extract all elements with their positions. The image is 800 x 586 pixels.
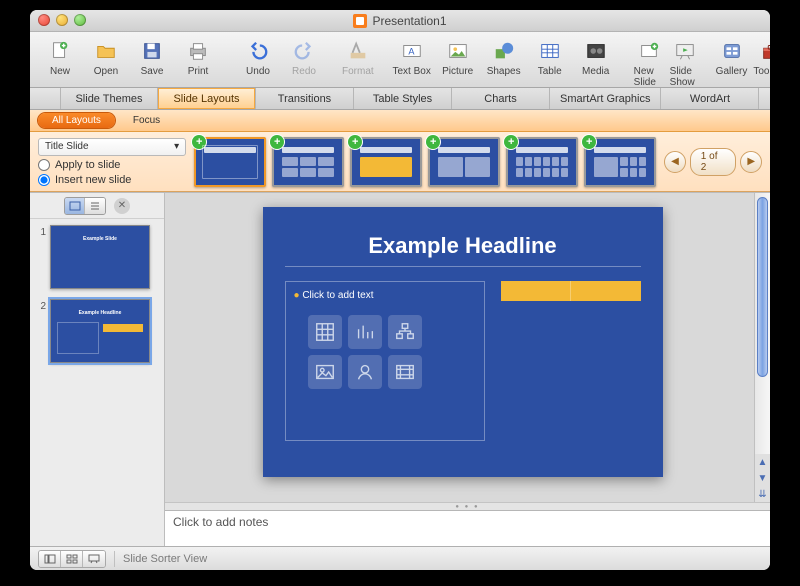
close-window-icon[interactable] bbox=[38, 14, 50, 26]
current-slide[interactable]: Example Headline Click to add text bbox=[263, 207, 663, 477]
save-button[interactable]: Save bbox=[130, 36, 174, 77]
insert-clipart-icon[interactable] bbox=[348, 355, 382, 389]
svg-text:A: A bbox=[408, 47, 415, 57]
tab-smartart[interactable]: SmartArt Graphics bbox=[550, 88, 661, 109]
table-button[interactable]: Table bbox=[528, 36, 572, 77]
slide-thumb-1[interactable]: 1 Example Slide bbox=[34, 225, 160, 289]
picture-button[interactable]: Picture bbox=[436, 36, 480, 77]
content-placeholder[interactable]: Click to add text bbox=[285, 281, 485, 441]
slide-thumb-2[interactable]: 2 Example Headline bbox=[34, 299, 160, 363]
document-title: Presentation1 bbox=[372, 14, 446, 28]
insert-media-icon[interactable] bbox=[388, 355, 422, 389]
main-toolbar: New Open Save Print Undo Redo Format ATe… bbox=[30, 32, 770, 88]
textbox-button[interactable]: AText Box bbox=[390, 36, 434, 77]
status-bar: Slide Sorter View bbox=[30, 546, 770, 570]
layout-thumb-1[interactable]: + bbox=[194, 137, 266, 187]
layout-next-button[interactable]: ▶ bbox=[740, 151, 762, 173]
layout-thumb-6[interactable]: + bbox=[584, 137, 656, 187]
print-button[interactable]: Print bbox=[176, 36, 220, 77]
layout-thumb-3[interactable]: + bbox=[350, 137, 422, 187]
slide-sidebar: ✕ 1 Example Slide 2 Example Headline bbox=[30, 193, 165, 546]
insert-new-slide-radio[interactable]: Insert new slide bbox=[38, 174, 186, 186]
insert-picture-icon[interactable] bbox=[308, 355, 342, 389]
close-sidebar-icon[interactable]: ✕ bbox=[114, 198, 130, 214]
chevron-down-icon: ▾ bbox=[174, 141, 179, 152]
redo-button[interactable]: Redo bbox=[282, 36, 326, 77]
slide-headline[interactable]: Example Headline bbox=[285, 225, 641, 267]
tab-wordart[interactable]: WordArt bbox=[661, 88, 759, 109]
shapes-button[interactable]: Shapes bbox=[482, 36, 526, 77]
slide-canvas[interactable]: Example Headline Click to add text bbox=[165, 193, 770, 502]
titlebar: Presentation1 bbox=[30, 10, 770, 32]
tab-transitions[interactable]: Transitions bbox=[256, 88, 354, 109]
outline-view-icon bbox=[85, 198, 105, 214]
insert-smartart-icon[interactable] bbox=[388, 315, 422, 349]
subtab-focus[interactable]: Focus bbox=[119, 113, 174, 128]
sorter-view-icon bbox=[61, 551, 83, 567]
toolbox-button[interactable]: Toolbox bbox=[753, 36, 770, 77]
scroll-down-icon: ▼ bbox=[755, 470, 770, 486]
vertical-scrollbar[interactable]: ▲ ▼ ⇊ bbox=[754, 193, 770, 502]
open-button[interactable]: Open bbox=[84, 36, 128, 77]
new-button[interactable]: New bbox=[38, 36, 82, 77]
format-button[interactable]: Format bbox=[342, 36, 374, 77]
layout-bar: Title Slide▾ Apply to slide Insert new s… bbox=[30, 132, 770, 192]
app-window: Presentation1 New Open Save Print Undo R… bbox=[30, 10, 770, 570]
layout-thumb-2[interactable]: + bbox=[272, 137, 344, 187]
apply-to-slide-radio[interactable]: Apply to slide bbox=[38, 159, 186, 171]
layout-pager-label: 1 of 2 bbox=[690, 148, 737, 176]
normal-view-icon bbox=[39, 551, 61, 567]
thumbnails-view-icon bbox=[65, 198, 85, 214]
insert-chart-icon[interactable] bbox=[348, 315, 382, 349]
minimize-window-icon[interactable] bbox=[56, 14, 68, 26]
tab-charts[interactable]: Charts bbox=[452, 88, 550, 109]
new-slide-button[interactable]: New Slide bbox=[634, 36, 664, 88]
status-text: Slide Sorter View bbox=[123, 553, 207, 565]
media-button[interactable]: Media bbox=[574, 36, 618, 77]
notes-splitter[interactable]: ● ● ● bbox=[165, 502, 770, 510]
tab-table-styles[interactable]: Table Styles bbox=[354, 88, 452, 109]
ribbon-tabs: Slide Themes Slide Layouts Transitions T… bbox=[30, 88, 770, 110]
layout-thumb-5[interactable]: + bbox=[506, 137, 578, 187]
zoom-window-icon[interactable] bbox=[74, 14, 86, 26]
insert-table-icon[interactable] bbox=[308, 315, 342, 349]
undo-button[interactable]: Undo bbox=[236, 36, 280, 77]
layout-thumb-4[interactable]: + bbox=[428, 137, 500, 187]
document-icon bbox=[353, 14, 367, 28]
subtab-all-layouts[interactable]: All Layouts bbox=[38, 113, 115, 128]
slideshow-view-icon bbox=[83, 551, 105, 567]
slideshow-button[interactable]: Slide Show bbox=[670, 36, 700, 88]
layout-prev-button[interactable]: ◀ bbox=[664, 151, 686, 173]
scroll-up-icon: ▲ bbox=[755, 454, 770, 470]
layout-subtabs: All Layouts Focus bbox=[30, 110, 770, 132]
notes-field[interactable]: Click to add notes bbox=[165, 510, 770, 546]
tab-slide-themes[interactable]: Slide Themes bbox=[60, 88, 158, 109]
layout-dropdown[interactable]: Title Slide▾ bbox=[38, 138, 186, 156]
scroll-double-down-icon: ⇊ bbox=[755, 486, 770, 502]
color-placeholder[interactable] bbox=[501, 281, 641, 301]
view-buttons[interactable] bbox=[38, 550, 106, 568]
sidebar-view-segmented[interactable] bbox=[64, 197, 106, 215]
gallery-button[interactable]: Gallery bbox=[716, 36, 748, 77]
tab-slide-layouts[interactable]: Slide Layouts bbox=[158, 88, 256, 109]
